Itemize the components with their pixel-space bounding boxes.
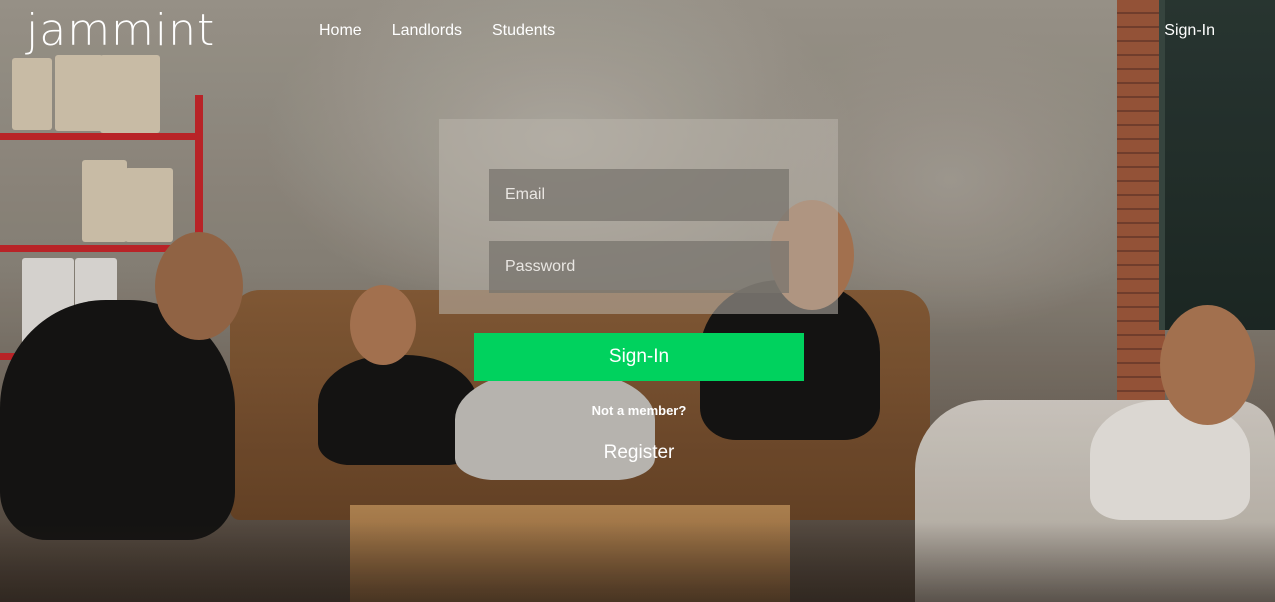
- jammint-logo[interactable]: jammint: [26, 6, 215, 56]
- main-nav: Home Landlords Students: [319, 22, 555, 40]
- register-link[interactable]: Register: [539, 442, 739, 464]
- not-member-text: Not a member?: [591, 403, 687, 418]
- email-field[interactable]: [489, 169, 789, 221]
- signin-button[interactable]: Sign-In: [474, 333, 804, 381]
- nav-signin-link[interactable]: Sign-In: [1164, 22, 1215, 40]
- top-navigation: jammint Home Landlords Students Sign-In: [0, 0, 1275, 62]
- password-field[interactable]: [489, 241, 789, 293]
- nav-students-link[interactable]: Students: [492, 22, 555, 40]
- nav-landlords-link[interactable]: Landlords: [392, 22, 462, 40]
- nav-home-link[interactable]: Home: [319, 22, 362, 40]
- landing-page: jammint Home Landlords Students Sign-In …: [0, 0, 1275, 602]
